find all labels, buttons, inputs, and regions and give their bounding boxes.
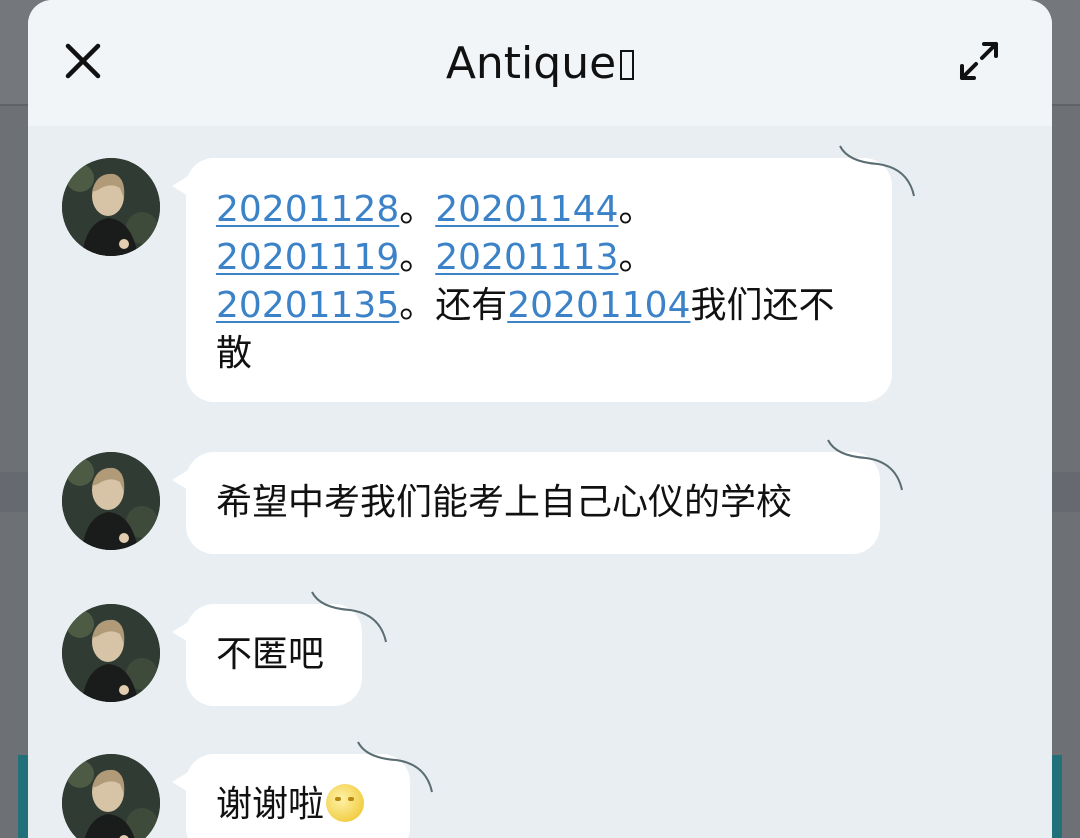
student-id-link[interactable]: 20201128	[216, 189, 399, 230]
bubble-decoration	[357, 741, 433, 793]
text-segment: 。	[618, 237, 655, 278]
student-id-link[interactable]: 20201113	[435, 237, 618, 278]
student-id-link[interactable]: 20201119	[216, 237, 399, 278]
bubble-tail	[172, 772, 188, 792]
avatar[interactable]	[62, 754, 160, 838]
text-segment: 。	[399, 237, 436, 278]
close-icon	[65, 43, 101, 79]
message-bubble[interactable]: 20201128。20201144。 20201119。20201113。 20…	[172, 145, 915, 402]
message-bubble[interactable]: 谢谢啦	[172, 741, 433, 838]
background-accent-left	[18, 755, 28, 838]
chat-title-text: Antique	[445, 38, 617, 89]
message-bubble[interactable]: 不匿吧	[172, 591, 387, 706]
bubble-tail	[172, 622, 188, 642]
expand-button[interactable]	[958, 40, 1002, 84]
text-segment: 。还有	[399, 285, 508, 326]
message-list[interactable]: 20201128。20201144。 20201119。20201113。 20…	[28, 126, 1052, 838]
avatar-photo	[62, 604, 160, 702]
student-id-link[interactable]: 20201104	[507, 285, 690, 326]
bubble-decoration	[311, 591, 387, 643]
background-accent-right	[1052, 755, 1062, 838]
message-text: 不匿吧	[216, 634, 325, 675]
chat-title: Antique	[240, 36, 840, 92]
avatar-photo	[62, 452, 160, 550]
close-button[interactable]	[62, 40, 106, 84]
bubble-decoration	[839, 145, 915, 197]
message-text: 希望中考我们能考上自己心仪的学校	[216, 482, 793, 523]
bubble-tail	[172, 176, 188, 196]
expand-icon	[960, 42, 998, 80]
message-bubble[interactable]: 希望中考我们能考上自己心仪的学校	[172, 439, 903, 554]
message-text: 谢谢啦	[216, 784, 325, 825]
avatar-photo	[62, 158, 160, 256]
chat-sheet: Antique 20201128。20201144。 20201119。2020…	[28, 0, 1052, 838]
bubble-decoration	[827, 439, 903, 491]
text-segment: 。	[618, 189, 655, 230]
avatar[interactable]	[62, 158, 160, 256]
student-id-link[interactable]: 20201144	[435, 189, 618, 230]
bubble-tail	[172, 470, 188, 490]
chat-header: Antique	[28, 0, 1052, 126]
avatar-photo	[62, 754, 160, 838]
message-text: 20201128。20201144。 20201119。20201113。 20…	[216, 186, 862, 378]
student-id-link[interactable]: 20201135	[216, 285, 399, 326]
text-segment: 。	[399, 189, 436, 230]
moon-face-emoji-icon	[326, 784, 365, 822]
avatar[interactable]	[62, 452, 160, 550]
missing-glyph-icon	[620, 50, 635, 80]
avatar[interactable]	[62, 604, 160, 702]
